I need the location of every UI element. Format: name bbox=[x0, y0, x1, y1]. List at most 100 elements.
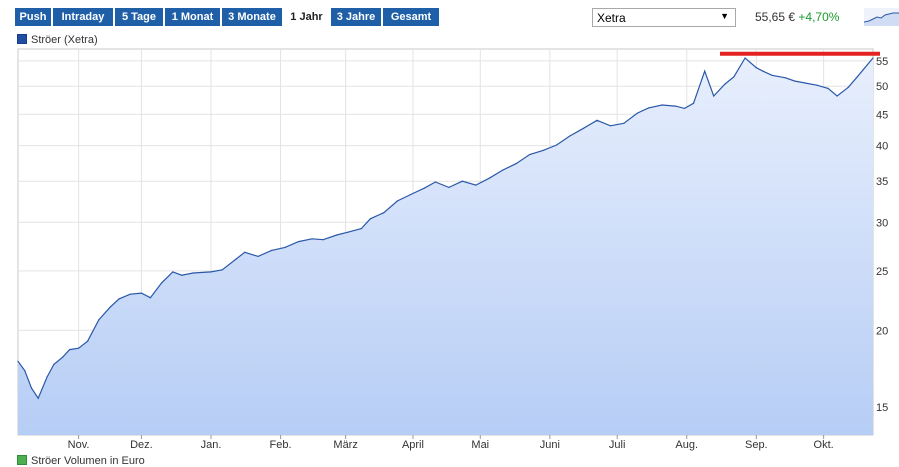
data-point bbox=[556, 144, 558, 146]
data-point bbox=[683, 107, 686, 109]
x-tick-label: Nov. bbox=[68, 439, 90, 451]
data-point bbox=[109, 306, 111, 308]
data-point bbox=[847, 86, 849, 88]
data-point bbox=[30, 387, 33, 389]
data-point bbox=[762, 70, 764, 72]
data-point bbox=[488, 177, 490, 179]
x-tick-label: März bbox=[333, 439, 357, 451]
data-point bbox=[24, 369, 26, 372]
data-point bbox=[98, 319, 100, 321]
y-tick-label: 15 bbox=[876, 402, 888, 414]
data-point bbox=[771, 74, 773, 76]
y-tick-label: 50 bbox=[876, 81, 888, 93]
data-point bbox=[609, 125, 612, 127]
data-point bbox=[161, 282, 163, 284]
data-point bbox=[347, 231, 349, 233]
y-tick-label: 30 bbox=[876, 217, 888, 229]
data-point bbox=[661, 104, 663, 106]
data-point bbox=[784, 77, 787, 79]
x-tick-label: Juli bbox=[609, 439, 626, 451]
data-point bbox=[297, 241, 300, 243]
data-point bbox=[410, 193, 412, 196]
data-point bbox=[369, 218, 371, 220]
data-point bbox=[827, 87, 829, 89]
data-point bbox=[172, 271, 174, 273]
data-point bbox=[648, 107, 650, 109]
data-point bbox=[475, 184, 477, 186]
data-point bbox=[129, 293, 131, 295]
data-point bbox=[529, 153, 531, 156]
data-point bbox=[181, 274, 183, 276]
data-point bbox=[271, 249, 273, 251]
data-point bbox=[793, 80, 796, 82]
data-point bbox=[755, 67, 757, 69]
data-point bbox=[87, 340, 89, 342]
data-point bbox=[461, 180, 463, 182]
data-point bbox=[396, 200, 398, 202]
data-point bbox=[872, 57, 874, 59]
data-point bbox=[704, 70, 706, 72]
data-point bbox=[434, 181, 436, 183]
data-point bbox=[235, 258, 237, 260]
data-point bbox=[623, 122, 625, 124]
x-tick-label: Dez. bbox=[130, 439, 153, 451]
data-point bbox=[360, 228, 362, 230]
data-point bbox=[69, 349, 71, 351]
x-tick-label: Aug. bbox=[675, 439, 698, 451]
legend-volume-swatch bbox=[17, 455, 27, 465]
data-point bbox=[733, 76, 735, 78]
data-point bbox=[805, 82, 807, 84]
data-point bbox=[674, 105, 677, 107]
data-point bbox=[502, 169, 504, 171]
data-point bbox=[596, 119, 598, 121]
x-tick-label: Mai bbox=[471, 439, 489, 451]
y-tick-label: 55 bbox=[876, 56, 888, 68]
data-point bbox=[724, 83, 726, 85]
legend-volume-label: Ströer Volumen in Euro bbox=[31, 455, 145, 467]
data-point bbox=[221, 269, 223, 271]
data-point bbox=[744, 57, 746, 59]
data-point bbox=[448, 186, 450, 188]
data-point bbox=[856, 76, 858, 78]
data-point bbox=[17, 360, 19, 362]
data-point bbox=[515, 163, 517, 165]
data-point bbox=[192, 272, 194, 274]
data-point bbox=[383, 212, 385, 214]
x-tick-label: April bbox=[402, 439, 424, 451]
price-chart: 15 20 25 30 35 40 45 50 55 Nov. Dez. Jan. Feb. März Ap… bbox=[17, 48, 888, 451]
y-tick-label: 40 bbox=[876, 141, 888, 153]
data-point bbox=[284, 246, 286, 248]
data-point bbox=[713, 95, 715, 97]
data-point bbox=[118, 298, 120, 300]
data-point bbox=[62, 356, 64, 358]
data-point bbox=[257, 255, 259, 257]
x-tick-label: Juni bbox=[540, 439, 560, 451]
data-point bbox=[322, 239, 324, 241]
data-point bbox=[542, 149, 544, 151]
data-point bbox=[836, 95, 838, 97]
y-tick-label: 20 bbox=[876, 325, 888, 337]
data-point bbox=[636, 112, 639, 114]
y-tick-label: 35 bbox=[876, 176, 888, 188]
data-point bbox=[244, 251, 246, 253]
x-tick-label: Feb. bbox=[270, 439, 292, 451]
data-point bbox=[423, 187, 425, 189]
y-tick-label: 25 bbox=[876, 266, 888, 278]
data-point bbox=[210, 271, 212, 273]
data-point bbox=[816, 84, 818, 86]
y-tick-label: 45 bbox=[876, 109, 888, 121]
data-point bbox=[692, 102, 695, 104]
x-tick-label: Okt. bbox=[814, 439, 834, 451]
data-point bbox=[78, 347, 80, 349]
data-point bbox=[336, 234, 338, 236]
data-point bbox=[46, 376, 48, 378]
data-point bbox=[569, 135, 571, 137]
x-tick-label: Jan. bbox=[201, 439, 222, 451]
data-point bbox=[582, 127, 585, 129]
data-point bbox=[140, 292, 142, 294]
data-point bbox=[311, 238, 313, 240]
data-point bbox=[37, 397, 39, 399]
legend-volume: Ströer Volumen in Euro bbox=[17, 455, 145, 467]
data-point bbox=[53, 363, 55, 365]
x-tick-label: Sep. bbox=[745, 439, 768, 451]
